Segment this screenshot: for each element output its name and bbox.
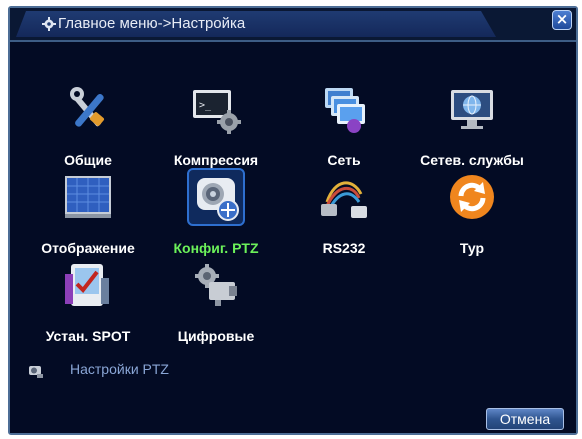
menu-item-net-services[interactable]: Сетев. службы [408,84,536,174]
cable-icon [321,181,367,218]
svg-text:>_: >_ [199,100,212,111]
menu-item-rs232[interactable]: RS232 [280,172,408,262]
menu-label: Сетев. службы [420,152,524,168]
menu-label: Цифровые [177,328,255,344]
menu-item-general[interactable]: Общие [24,84,152,174]
net-services-icon [451,90,493,129]
menu-label: Отображение [41,240,135,256]
menu-label: RS232 [322,240,366,256]
display-icon [65,176,111,218]
menu-label: Сеть [327,152,361,168]
status-text: Настройки PTZ [70,361,169,377]
digital-camera-icon [195,264,237,306]
dialog-frame: Главное меню->Настройка × Общие >_ Компр… [8,6,578,435]
menu-item-ptz-config[interactable]: Конфиг. PTZ [152,168,280,262]
menu-label: Конфиг. PTZ [173,240,259,256]
menu-item-compression[interactable]: >_ Компрессия [152,84,280,174]
close-button[interactable]: × [552,10,572,30]
compression-icon: >_ [193,90,241,134]
settings-menu-panel: Общие >_ Компрессия Сеть Сетев. службы О… [10,40,576,433]
menu-label: Устан. SPOT [45,328,131,344]
menu-item-spot[interactable]: Устан. SPOT [24,260,152,350]
title-bar: Главное меню->Настройка × [10,8,576,40]
window-title: Главное меню->Настройка [58,15,246,32]
menu-item-digital[interactable]: Цифровые [152,260,280,350]
menu-item-network[interactable]: Сеть [280,84,408,174]
tools-icon [70,87,104,127]
ptz-status-icon [29,366,43,378]
menu-item-display[interactable]: Отображение [24,172,152,262]
menu-label: Компрессия [173,152,259,168]
cancel-button[interactable]: Отмена [486,408,564,430]
menu-item-tour[interactable]: Тур [408,172,536,262]
tour-icon [450,175,494,219]
spot-icon [65,264,109,306]
menu-label: Тур [459,240,485,256]
menu-label: Общие [64,152,112,168]
network-icon [325,88,365,133]
gear-icon [42,17,56,31]
ptz-camera-icon [197,178,239,221]
settings-window: Главное меню->Настройка × Общие >_ Компр… [0,0,582,439]
